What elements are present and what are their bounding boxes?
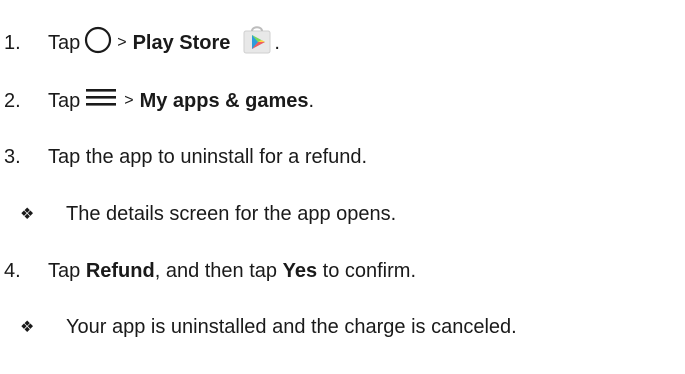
step-number: 2.	[4, 89, 21, 112]
step-2-text: Tap > My apps & games .	[48, 87, 314, 115]
diamond-bullet-icon: ❖	[20, 206, 35, 223]
step-number: 3.	[4, 145, 21, 168]
step-4-text: Tap Refund, and then tap Yes to confirm.	[48, 260, 416, 283]
step-number: 4.	[4, 259, 21, 282]
tap-word: Tap	[48, 31, 81, 54]
step-number: 1.	[4, 31, 21, 54]
step-1-text: Tap > Play Store .	[48, 25, 280, 61]
gt-symbol: >	[117, 34, 127, 51]
diamond-bullet-icon: ❖	[20, 319, 35, 336]
my-apps-label: My apps & games	[139, 89, 309, 112]
mid-text: , and then tap	[154, 259, 278, 282]
period: .	[308, 89, 315, 112]
refund-label: Refund	[85, 259, 155, 282]
period: .	[274, 31, 280, 54]
gt-symbol: >	[124, 92, 134, 109]
note-2-text: Your app is uninstalled and the charge i…	[66, 315, 517, 338]
tap-word: Tap	[48, 259, 81, 282]
post-text: to confirm.	[322, 259, 416, 282]
note-1-text: The details screen for the app opens.	[66, 202, 397, 225]
step-3-text: Tap the app to uninstall for a refund.	[48, 145, 368, 168]
home-circle-icon	[83, 26, 113, 60]
play-store-label: Play Store	[132, 31, 231, 54]
tap-word: Tap	[48, 89, 81, 112]
play-store-icon	[242, 25, 272, 61]
menu-icon	[86, 87, 117, 115]
yes-label: Yes	[282, 259, 318, 282]
